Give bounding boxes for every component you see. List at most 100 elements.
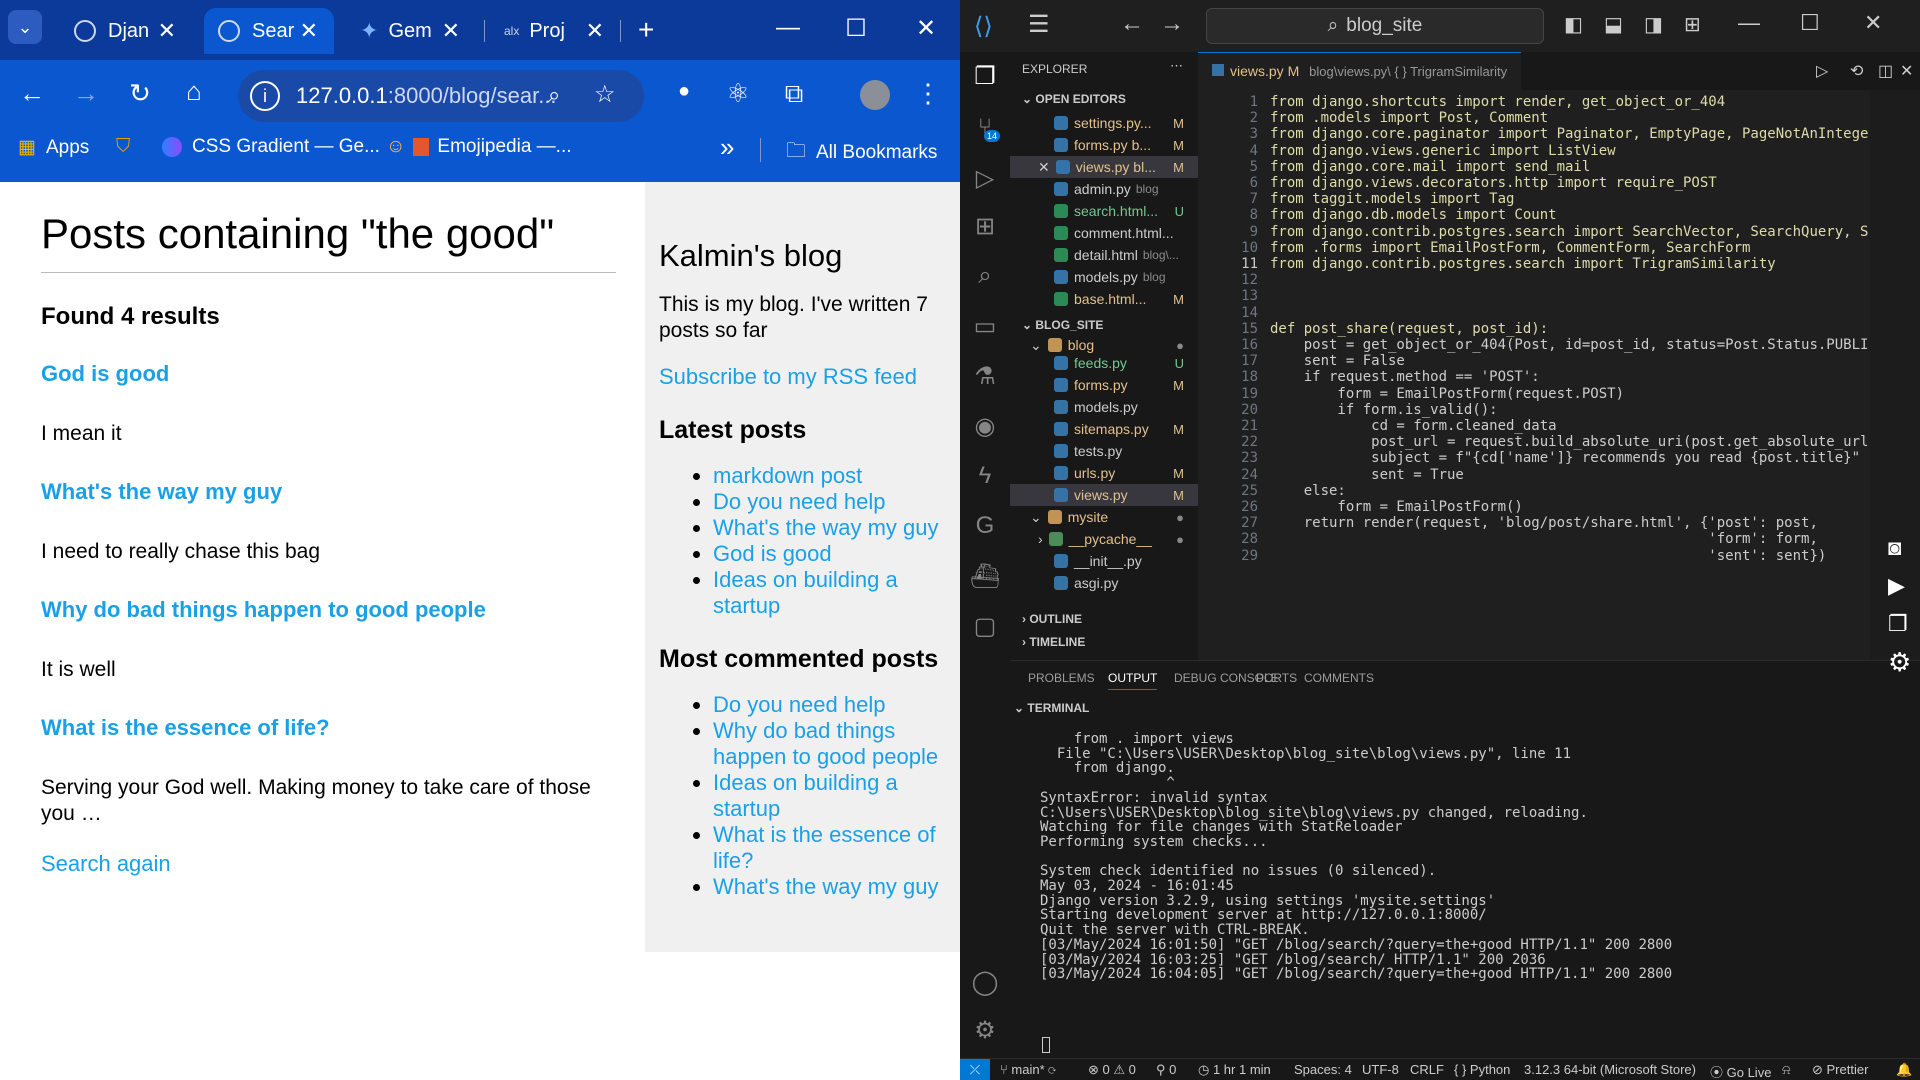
branch-indicator[interactable]: ⑂ main* ⟳ [1000,1062,1056,1077]
open-editor-item[interactable]: comment.html... [1010,222,1198,244]
post-link[interactable]: Ideas on building a startup [713,770,898,821]
open-editors-header[interactable]: ⌄ OPEN EDITORS [1022,92,1126,106]
minimize-button[interactable]: — [768,14,808,42]
open-editor-item[interactable]: forms.py b... M [1010,134,1198,156]
terminal-output[interactable]: from . import views File "C:\Users\USER\… [1010,731,1880,1057]
ports-indicator[interactable]: ⚲ 0 [1156,1062,1176,1078]
open-editor-item[interactable]: admin.py blog [1010,178,1198,200]
open-editor-item[interactable]: search.html... U [1010,200,1198,222]
code-line[interactable]: from django.shortcuts import render, get… [1270,94,1725,110]
tree-file[interactable]: asgi.py [1010,572,1198,594]
code-line[interactable]: if request.method == 'POST': [1270,369,1540,385]
remote-indicator-icon[interactable]: ⤫ [960,1059,990,1080]
post-link[interactable]: Do you need help [713,489,885,514]
explorer-icon[interactable]: ❐ [968,62,1002,96]
minimize-button[interactable]: — [1738,10,1760,36]
tab-search-button[interactable]: ⌄ [8,10,42,44]
extensions-icon[interactable]: ⊞ [968,212,1002,246]
eol-indicator[interactable]: CRLF [1410,1062,1444,1077]
bookmark-apps[interactable]: ▦ Apps [18,136,89,159]
tree-file[interactable]: tests.py [1010,440,1198,462]
post-link[interactable]: Why do bad things happen to good people [713,718,938,769]
compare-changes-icon[interactable]: ⟲ [1850,61,1863,81]
code-editor[interactable]: views.py M blog\views.py\ { } TrigramSim… [1198,52,1920,660]
close-window-button[interactable]: ✕ [1864,10,1882,36]
code-line[interactable]: from django.contrib.postgres.search impo… [1270,224,1868,240]
menu-kebab-icon[interactable]: ⋮ [908,78,948,109]
video-icon[interactable]: ▶ [1888,573,1905,599]
hamburger-menu-icon[interactable]: ☰ [1028,10,1050,39]
tab-comments[interactable]: COMMENTS [1304,671,1374,685]
maximize-button[interactable]: ☐ [836,14,876,43]
remote-explorer-icon[interactable]: ▭ [968,312,1002,346]
code-line[interactable]: else: [1270,483,1346,499]
code-line[interactable]: from django.db.models import Count [1270,207,1557,223]
code-line[interactable]: from django.core.paginator import Pagina… [1270,126,1868,142]
post-link[interactable]: What is the essence of life? [713,822,936,873]
tree-file[interactable]: feeds.py U [1010,352,1198,374]
close-tab-icon[interactable]: ✕ [442,18,460,44]
indentation-indicator[interactable]: Spaces: 4 [1294,1062,1352,1077]
result-link[interactable]: What is the essence of life? [41,715,616,741]
thunder-client-icon[interactable]: ϟ [968,462,1002,496]
search-icon[interactable]: ⌕ [968,262,1002,296]
bookmark-css-gradient[interactable]: CSS Gradient — Ge... [162,136,380,158]
code-line[interactable]: from .models import Post, Comment [1270,110,1548,126]
post-link[interactable]: Do you need help [713,692,885,717]
close-tab-icon[interactable]: ✕ [300,18,318,44]
toggle-primary-sidebar-icon[interactable]: ◧ [1564,12,1583,37]
code-line[interactable]: from django.contrib.postgres.search impo… [1270,256,1776,272]
tab-django[interactable]: Djan ✕ [60,8,192,54]
code-line[interactable]: form = EmailPostForm() [1270,499,1522,515]
reload-icon[interactable]: ↻ [120,78,160,109]
code-line[interactable]: 'sent': sent}) [1270,548,1826,564]
prettier-indicator[interactable]: ⊘ Prettier [1812,1062,1868,1078]
search-again-link[interactable]: Search again [41,851,616,877]
run-debug-icon[interactable]: ▷ [968,164,1002,198]
open-editor-item[interactable]: ✕ views.py bl... M [1010,156,1198,178]
code-line[interactable]: from django.core.mail import send_mail [1270,159,1590,175]
settings-gear-icon[interactable]: ⚙ [1888,647,1911,678]
post-link[interactable]: markdown post [713,463,862,488]
tree-file[interactable]: models.py [1010,396,1198,418]
tab-search[interactable]: Sear ✕ [204,8,334,54]
nav-forward-icon[interactable]: → [1160,10,1184,38]
testing-icon[interactable]: ⚗ [968,362,1002,396]
notifications-bell-icon[interactable]: 🔔 [1896,1062,1912,1078]
close-icon[interactable]: ✕ [1038,159,1050,176]
accounts-icon[interactable]: ◯ [968,968,1002,1002]
post-link[interactable]: What's the way my guy [713,874,939,899]
code-line[interactable]: sent = False [1270,353,1405,369]
run-python-icon[interactable]: ▷ [1816,61,1828,81]
code-line[interactable]: from taggit.models import Tag [1270,191,1514,207]
open-editor-item[interactable]: models.py blog [1010,266,1198,288]
editor-tab-views[interactable]: views.py M blog\views.py\ { } TrigramSim… [1198,52,1522,90]
code-line[interactable]: def post_share(request, post_id): [1270,321,1548,337]
terminal-header[interactable]: ⌄ TERMINAL [1014,701,1089,715]
docker-icon[interactable]: ⛴ [968,562,1002,596]
code-area[interactable]: 1 from django.shortcuts import render, ge… [1198,90,1870,660]
code-line[interactable]: cd = form.cleaned_data [1270,418,1556,434]
code-line[interactable]: post_url = request.build_absolute_uri(po… [1270,434,1868,450]
code-line[interactable]: from .forms import EmailPostForm, Commen… [1270,240,1750,256]
rss-link[interactable]: Subscribe to my RSS feed [659,364,960,390]
new-tab-button[interactable]: + [638,14,654,46]
code-line[interactable]: if form.is_valid(): [1270,402,1497,418]
address-bar[interactable]: i 127.0.0.1:8000/blog/sear... ⌕ ☆ [238,70,644,122]
split-editor-icon[interactable]: ◫ [1878,61,1893,81]
bookmark-star-icon[interactable]: ☆ [594,80,616,109]
result-link[interactable]: What's the way my guy [41,479,616,505]
timeline-header[interactable]: › TIMELINE [1022,635,1085,649]
explorer-more-icon[interactable]: ⋯ [1170,58,1183,74]
tree-file[interactable]: forms.py M [1010,374,1198,396]
interpreter-indicator[interactable]: 3.12.3 64-bit (Microsoft Store) [1524,1062,1696,1077]
bookmarks-overflow-button[interactable]: » [720,132,734,163]
outline-header[interactable]: › OUTLINE [1022,612,1082,626]
tab-ports[interactable]: PORTS [1256,671,1297,685]
gitlens-icon[interactable]: G [968,512,1002,546]
code-line[interactable]: from django.views.generic import ListVie… [1270,143,1616,159]
comments-icon[interactable]: ▢ [968,612,1002,646]
github-icon[interactable]: ◉ [968,412,1002,446]
post-link[interactable]: What's the way my guy [713,515,939,540]
time-tracker[interactable]: ◷ 1 hr 1 min [1198,1062,1271,1078]
